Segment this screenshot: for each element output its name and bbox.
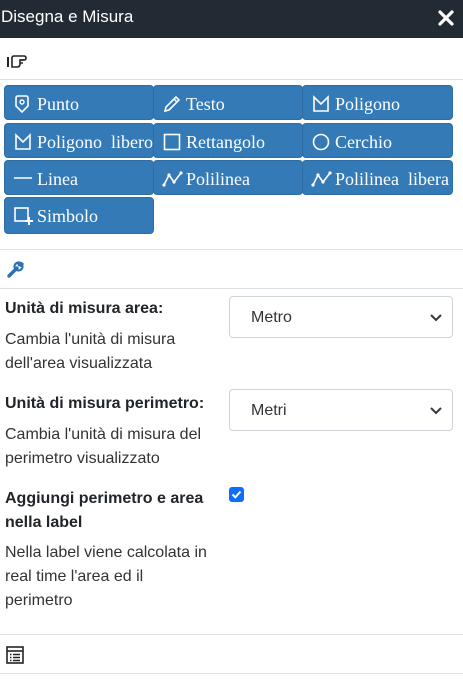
panel-header: Disegna e Misura [0, 0, 463, 38]
tool-label: Linea [37, 169, 78, 189]
perimeter-unit-desc: Cambia l'unità di misura del perimetro v… [5, 426, 202, 467]
label-toggle-desc: Nella label viene calcolata in real time… [5, 544, 207, 609]
tool-linea-button[interactable]: Linea [4, 160, 154, 195]
check-icon [231, 490, 242, 499]
area-unit-label: Unità di misura area: [5, 300, 164, 317]
tool-label: Polilinea libera [335, 169, 449, 189]
tool-label: Polilinea [186, 169, 250, 189]
wrench-icon [7, 261, 24, 278]
tool-polilinea-libera-button[interactable]: Polilinea libera [302, 160, 453, 195]
line-icon [14, 177, 32, 179]
pencil-icon [163, 95, 181, 113]
perimeter-unit-label: Unità di misura perimetro: [5, 395, 205, 412]
chevron-down-icon [430, 407, 442, 415]
tool-poligono-libero-button[interactable]: Poligono libero [4, 123, 154, 158]
tool-testo-button[interactable]: Testo [153, 85, 303, 120]
tool-label: Testo [186, 94, 225, 114]
panel-title: Disegna e Misura [1, 7, 134, 26]
area-unit-select[interactable]: Metro [229, 296, 453, 338]
tool-simbolo-button[interactable]: Simbolo [4, 197, 154, 234]
symbol-add-icon [14, 207, 33, 225]
tool-label: Cerchio [335, 132, 392, 152]
list-icon [6, 646, 24, 664]
tool-rettangolo-button[interactable]: Rettangolo [153, 123, 303, 158]
polyline-icon [162, 171, 183, 187]
tool-label: Simbolo [37, 206, 99, 226]
hand-pointer-icon [7, 55, 27, 68]
chevron-down-icon [430, 314, 442, 322]
square-icon [163, 133, 181, 151]
tool-polilinea-button[interactable]: Polilinea [153, 160, 303, 195]
circle-icon [312, 133, 330, 151]
perimeter-unit-select[interactable]: Metri [229, 389, 453, 431]
tool-label: Punto [37, 94, 80, 114]
list-toggle[interactable] [0, 635, 463, 674]
polyline-icon [311, 171, 332, 187]
tool-label: Poligono [335, 94, 401, 114]
area-unit-desc: Cambia l'unità di misura dell'area visua… [5, 331, 176, 372]
map-pin-icon [15, 95, 29, 114]
tool-punto-button[interactable]: Punto [4, 85, 154, 120]
tool-label: Poligono libero [37, 132, 153, 152]
label-toggle-checkbox[interactable] [229, 487, 244, 502]
perimeter-unit-value: Metri [251, 402, 287, 419]
close-icon[interactable] [437, 9, 455, 27]
polygon-icon [15, 133, 31, 150]
draw-tools-toggle[interactable] [0, 41, 463, 80]
area-unit-value: Metro [251, 309, 292, 326]
tool-poligono-button[interactable]: Poligono [302, 85, 453, 120]
tool-label: Rettangolo [186, 132, 265, 152]
label-toggle-label: Aggiungi perimetro e area nella label [5, 490, 204, 531]
tool-cerchio-button[interactable]: Cerchio [302, 123, 453, 158]
polygon-icon [313, 95, 329, 112]
settings-toggle[interactable] [0, 250, 463, 289]
